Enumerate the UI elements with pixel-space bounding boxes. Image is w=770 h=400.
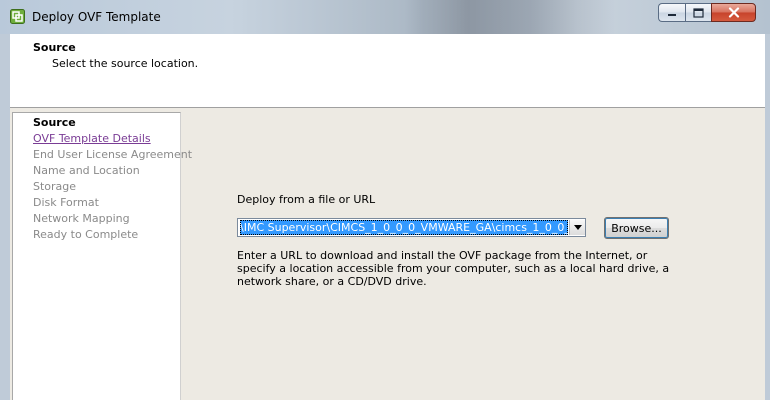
wizard-body: Source OVF Template Details End User Lic…: [10, 108, 765, 400]
title-bar[interactable]: Deploy OVF Template: [0, 0, 770, 34]
window-title: Deploy OVF Template: [32, 10, 161, 24]
close-icon: [728, 7, 739, 18]
browse-button[interactable]: Browse...: [604, 217, 669, 239]
step-storage: Storage: [33, 180, 77, 193]
step-network-mapping: Network Mapping: [33, 212, 130, 225]
step-subtitle: Select the source location.: [52, 57, 199, 70]
wizard-steps-panel: Source OVF Template Details End User Lic…: [12, 112, 192, 400]
combobox-dropdown-button[interactable]: [569, 220, 585, 235]
step-eula: End User License Agreement: [33, 148, 193, 161]
window-frame-right: [765, 34, 770, 400]
step-name-and-location: Name and Location: [33, 164, 140, 177]
deploy-ovf-window: Deploy OVF Template Source Select the so…: [0, 0, 770, 400]
step-ovf-template-details[interactable]: OVF Template Details: [33, 132, 151, 145]
source-combobox[interactable]: \IMC Supervisor\CIMCS_1_0_0_0_VMWARE_GA\…: [237, 218, 586, 237]
source-path-input[interactable]: \IMC Supervisor\CIMCS_1_0_0_0_VMWARE_GA\…: [240, 220, 568, 235]
step-title: Source: [33, 41, 76, 54]
close-button[interactable]: [711, 3, 756, 22]
minimize-button[interactable]: [658, 3, 685, 22]
step-source: Source: [33, 116, 76, 129]
caption-buttons: [658, 3, 756, 22]
deploy-from-label: Deploy from a file or URL: [237, 193, 376, 206]
title-bar-background: [405, 0, 615, 34]
chevron-down-icon: [573, 225, 582, 230]
step-ready-to-complete: Ready to Complete: [33, 228, 139, 241]
wizard-header: Source Select the source location.: [10, 34, 765, 108]
maximize-button[interactable]: [685, 3, 711, 22]
step-disk-format: Disk Format: [33, 196, 99, 209]
source-help-text: Enter a URL to download and install the …: [237, 249, 670, 288]
source-content: Deploy from a file or URL \IMC Superviso…: [180, 108, 765, 400]
window-frame-left: [0, 34, 10, 400]
minimize-icon: [668, 13, 676, 16]
vsphere-app-icon: [10, 9, 25, 24]
maximize-icon: [693, 7, 704, 18]
